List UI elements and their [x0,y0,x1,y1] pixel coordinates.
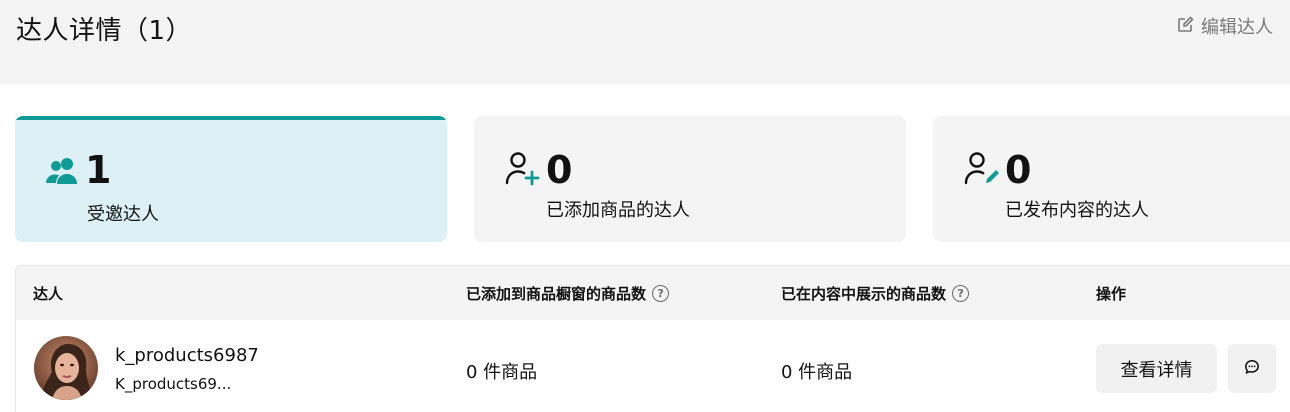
message-button[interactable] [1228,344,1276,393]
table-row: k_products6987 K_products69... 0 件商品 0 件… [16,320,1290,412]
avatar[interactable] [34,336,98,400]
stat-label: 受邀达人 [87,204,159,225]
stat-value: 0 [1005,148,1032,192]
edit-icon [1177,15,1195,38]
stat-card-published-content[interactable]: 0 已发布内容的达人 [933,116,1290,242]
creators-table: 达人 已添加到商品橱窗的商品数 ? 已在内容中展示的商品数 ? 操作 k_pro… [15,265,1290,412]
edit-creator-label: 编辑达人 [1201,17,1273,38]
creator-handle: K_products69... [115,375,232,393]
stat-label: 已发布内容的达人 [1005,200,1149,221]
stat-card-invited[interactable]: 1 受邀达人 [15,116,447,242]
view-details-button[interactable]: 查看详情 [1096,344,1217,393]
showcase-product-count: 0 件商品 [466,362,538,383]
creator-details-page: 达人详情（1） 编辑达人 1 受邀达人 0 已添加商品的达人 0 已发布内容的达… [0,0,1290,412]
chat-icon [1244,359,1260,378]
header-bar: 达人详情（1） 编辑达人 [0,0,1290,84]
help-icon[interactable]: ? [952,285,970,302]
edit-creator-button[interactable]: 编辑达人 [1177,13,1273,39]
page-title: 达人详情（1） [16,16,193,46]
stat-value: 0 [546,148,573,192]
users-icon [45,156,81,190]
content-product-count: 0 件商品 [781,362,853,383]
stat-card-added-products[interactable]: 0 已添加商品的达人 [474,116,906,242]
help-icon[interactable]: ? [652,285,670,302]
column-header-actions: 操作 [1096,285,1127,303]
column-header-content-count: 已在内容中展示的商品数 ? [781,283,970,304]
creator-name[interactable]: k_products6987 [115,345,259,366]
stat-value: 1 [85,148,112,192]
column-header-showcase-count: 已添加到商品橱窗的商品数 ? [466,283,670,304]
table-header: 达人 已添加到商品橱窗的商品数 ? 已在内容中展示的商品数 ? 操作 [16,266,1290,320]
user-edit-icon [963,151,1001,191]
user-plus-icon [504,151,542,191]
column-header-creator: 达人 [33,285,64,303]
stat-label: 已添加商品的达人 [546,200,690,221]
